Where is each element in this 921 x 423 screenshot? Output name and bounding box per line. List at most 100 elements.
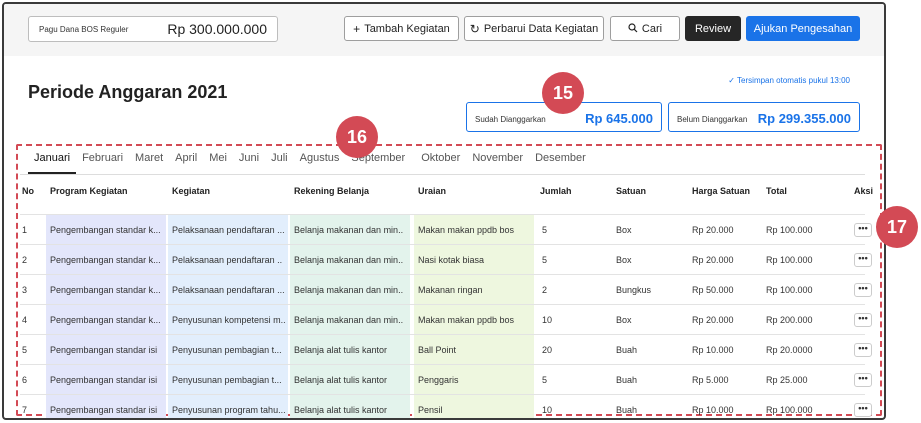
- kegiatan-cell: Penyusunan pembagian t...: [168, 365, 288, 395]
- kegiatan-cell: Pelaksanaan pendaftaran ..: [168, 245, 288, 275]
- uraian-cell: Makan makan ppdb bos: [414, 305, 534, 335]
- header-rekening: Rekening Belanja: [294, 186, 370, 196]
- belum-value: Rp 299.355.000: [757, 111, 851, 126]
- cari-button[interactable]: Cari: [610, 16, 680, 41]
- jumlah-cell: 5: [542, 375, 548, 385]
- header-harga: Harga Satuan: [692, 186, 751, 196]
- row-number: 7: [22, 405, 28, 415]
- tab-juni[interactable]: Juni: [233, 152, 265, 174]
- table-row: 7 Pengembangan standar isi Penyusunan prog…: [20, 394, 872, 418]
- tab-april[interactable]: April: [169, 152, 203, 174]
- satuan-cell: Box: [616, 315, 632, 325]
- program-cell: Pengembangan standar isi: [46, 395, 166, 418]
- more-actions-icon[interactable]: •••: [854, 283, 872, 297]
- table-row: 3 Pengembangan standar k... Pelaksanaan pe…: [20, 274, 872, 305]
- jumlah-cell: 10: [542, 405, 553, 415]
- pagu-dana-box: Pagu Dana BOS Reguler Rp 300.000.000: [28, 16, 278, 42]
- tambah-kegiatan-button[interactable]: + Tambah Kegiatan: [344, 16, 459, 41]
- autosave-status: ✓ Tersimpan otomatis pukul 13:00: [728, 76, 850, 85]
- tab-maret[interactable]: Maret: [129, 152, 169, 174]
- kegiatan-cell: Penyusunan pembagian t...: [168, 335, 288, 365]
- table-row: 5 Pengembangan standar isi Penyusunan pemb…: [20, 334, 872, 365]
- kegiatan-cell: Penyusunan kompetensi m..: [168, 305, 288, 335]
- row-number: 5: [22, 345, 28, 355]
- refresh-icon: ↻: [469, 21, 480, 36]
- sudah-value: Rp 645.000: [585, 111, 653, 126]
- more-actions-icon[interactable]: •••: [854, 343, 872, 357]
- total-cell: Rp 200.000: [766, 315, 813, 325]
- pagu-value: Rp 300.000.000: [167, 21, 267, 37]
- header-aksi: Aksi: [854, 186, 874, 196]
- program-cell: Pengembangan standar k...: [46, 275, 166, 305]
- rekening-cell: Belanja makanan dan min..: [290, 245, 410, 275]
- more-actions-icon[interactable]: •••: [854, 373, 872, 387]
- kegiatan-cell: Pelaksanaan pendaftaran ...: [168, 215, 288, 245]
- satuan-cell: Bungkus: [616, 285, 652, 295]
- total-cell: Rp 100.000: [766, 285, 813, 295]
- more-actions-icon[interactable]: •••: [854, 313, 872, 327]
- total-cell: Rp 25.000: [766, 375, 808, 385]
- search-icon: [628, 22, 638, 35]
- rekening-cell: Belanja makanan dan min..: [290, 305, 410, 335]
- tab-november[interactable]: November: [466, 152, 529, 174]
- ajukan-pengesahan-label: Ajukan Pengesahan: [753, 22, 853, 35]
- uraian-cell: Nasi kotak biasa: [414, 245, 534, 275]
- satuan-cell: Box: [616, 225, 632, 235]
- uraian-cell: Makanan ringan: [414, 275, 534, 305]
- satuan-cell: Box: [616, 255, 632, 265]
- tab-juli[interactable]: Juli: [265, 152, 294, 174]
- sudah-label: Sudah Dianggarkan: [475, 115, 546, 124]
- tab-februari[interactable]: Februari: [76, 152, 129, 174]
- tab-januari[interactable]: Januari: [28, 152, 77, 174]
- header-kegiatan: Kegiatan: [172, 186, 211, 196]
- program-cell: Pengembangan standar isi: [46, 335, 166, 365]
- table-row: 6 Pengembangan standar isi Penyusunan pemb…: [20, 364, 872, 395]
- tab-agustus[interactable]: Agustus: [294, 152, 346, 174]
- row-number: 6: [22, 375, 28, 385]
- more-actions-icon[interactable]: •••: [854, 223, 872, 237]
- header-jumlah: Jumlah: [540, 186, 572, 196]
- total-cell: Rp 20.0000: [766, 345, 813, 355]
- month-tabs: Januari Februari Maret April Mei Juni Ju…: [28, 152, 592, 174]
- more-actions-icon[interactable]: •••: [854, 253, 872, 267]
- program-cell: Pengembangan standar isi: [46, 365, 166, 395]
- rekening-cell: Belanja alat tulis kantor: [290, 365, 410, 395]
- ajukan-pengesahan-button[interactable]: Ajukan Pengesahan: [746, 16, 860, 41]
- rekening-cell: Belanja makanan dan min..: [290, 215, 410, 245]
- satuan-cell: Buah: [616, 405, 638, 415]
- plus-icon: +: [353, 21, 361, 36]
- callout-badge-16: 16: [336, 116, 378, 158]
- rekening-cell: Belanja alat tulis kantor: [290, 335, 410, 365]
- table-row: 1 Pengembangan standar k... Pelaksanaan pe…: [20, 214, 872, 245]
- row-number: 1: [22, 225, 28, 235]
- review-button[interactable]: Review: [685, 16, 741, 41]
- row-number: 4: [22, 315, 28, 325]
- total-cell: Rp 100.000: [766, 225, 813, 235]
- perbarui-data-label: Perbarui Data Kegiatan: [483, 22, 599, 35]
- cari-label: Cari: [641, 22, 663, 35]
- header-no: No: [22, 186, 34, 196]
- harga-cell: Rp 10.000: [692, 345, 734, 355]
- jumlah-cell: 5: [542, 225, 548, 235]
- satuan-cell: Buah: [616, 375, 638, 385]
- table-row: 4 Pengembangan standar k... Penyusunan kom…: [20, 304, 872, 335]
- header-satuan: Satuan: [616, 186, 647, 196]
- more-actions-icon[interactable]: •••: [854, 403, 872, 417]
- tab-mei[interactable]: Mei: [203, 152, 233, 174]
- jumlah-cell: 5: [542, 255, 548, 265]
- uraian-cell: Penggaris: [414, 365, 534, 395]
- program-cell: Pengembangan standar k...: [46, 215, 166, 245]
- uraian-cell: Makan makan ppdb bos: [414, 215, 534, 245]
- jumlah-cell: 20: [542, 345, 553, 355]
- rekening-cell: Belanja makanan dan min..: [290, 275, 410, 305]
- tab-desember[interactable]: Desember: [529, 152, 592, 174]
- program-cell: Pengembangan standar k...: [46, 305, 166, 335]
- header-total: Total: [766, 186, 787, 196]
- header-program: Program Kegiatan: [50, 186, 128, 196]
- page-title: Periode Anggaran 2021: [28, 82, 228, 102]
- tab-oktober[interactable]: Oktober: [411, 152, 466, 174]
- callout-badge-15: 15: [542, 72, 584, 114]
- perbarui-data-button[interactable]: ↻ Perbarui Data Kegiatan: [464, 16, 604, 41]
- table-row: 2 Pengembangan standar k... Pelaksanaan p…: [20, 244, 872, 275]
- pagu-label: Pagu Dana BOS Reguler: [39, 25, 129, 34]
